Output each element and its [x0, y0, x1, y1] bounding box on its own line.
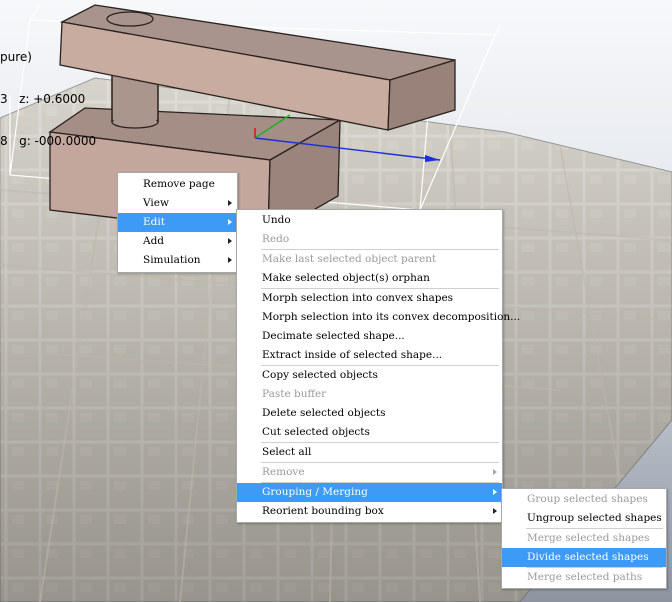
menu-item-label: Simulation — [143, 254, 201, 266]
readout-line-1: pure) — [0, 50, 32, 64]
menu-item-edit[interactable]: Edit — [118, 213, 237, 232]
menu-item-label: Cut selected objects — [262, 426, 370, 438]
menu-item-label: Merge selected paths — [527, 571, 643, 583]
menu-item-divide-shapes[interactable]: Divide selected shapes — [502, 548, 666, 567]
menu-item-label: Add — [143, 235, 165, 247]
readout-line-2: 3 z: +0.6000 — [0, 92, 86, 106]
menu-item-label: Morph selection into convex shapes — [262, 292, 454, 304]
menu-item-merge-shapes[interactable]: Merge selected shapes — [502, 529, 666, 548]
menu-item-make-parent[interactable]: Make last selected object parent — [237, 250, 502, 269]
menu-item-label: Remove page — [143, 178, 215, 190]
menu-item-label: Grouping / Merging — [262, 486, 368, 498]
menu-item-label: Divide selected shapes — [527, 551, 649, 563]
menu-item-label: Merge selected shapes — [527, 532, 650, 544]
submenu-arrow-icon — [493, 508, 497, 514]
menu-item-merge-paths[interactable]: Merge selected paths — [502, 568, 666, 587]
submenu-arrow-icon — [228, 219, 232, 225]
menu-item-view[interactable]: View — [118, 194, 237, 213]
submenu-arrow-icon — [228, 238, 232, 244]
menu-item-remove-page[interactable]: Remove page — [118, 175, 237, 194]
submenu-arrow-icon — [228, 200, 232, 206]
menu-item-label: Paste buffer — [262, 388, 327, 400]
menu-item-morph-convex[interactable]: Morph selection into convex shapes — [237, 289, 502, 308]
menu-item-copy[interactable]: Copy selected objects — [237, 366, 502, 385]
menu-item-decimate[interactable]: Decimate selected shape... — [237, 327, 502, 346]
context-menu: Remove page View Edit Add Simulation — [117, 172, 238, 273]
menu-item-label: View — [143, 197, 169, 209]
menu-item-label: Redo — [262, 233, 290, 245]
grouping-submenu: Group selected shapes Ungroup selected s… — [501, 488, 667, 589]
menu-item-label: Decimate selected shape... — [262, 330, 405, 342]
menu-item-undo[interactable]: Undo — [237, 211, 502, 230]
menu-item-paste[interactable]: Paste buffer — [237, 385, 502, 404]
menu-item-add[interactable]: Add — [118, 232, 237, 251]
readout-line-3: 8 g: -000.0000 — [0, 134, 97, 148]
menu-item-label: Ungroup selected shapes — [527, 512, 662, 524]
menu-item-select-all[interactable]: Select all — [237, 443, 502, 462]
menu-item-label: Copy selected objects — [262, 369, 378, 381]
menu-item-group-shapes[interactable]: Group selected shapes — [502, 490, 666, 509]
menu-item-remove[interactable]: Remove — [237, 463, 502, 482]
menu-item-grouping-merging[interactable]: Grouping / Merging — [237, 483, 502, 502]
menu-item-label: Delete selected objects — [262, 407, 386, 419]
menu-item-label: Extract inside of selected shape... — [262, 349, 443, 361]
menu-item-label: Select all — [262, 446, 312, 458]
menu-item-label: Edit — [143, 216, 165, 228]
menu-item-label: Group selected shapes — [527, 493, 648, 505]
menu-item-simulation[interactable]: Simulation — [118, 251, 237, 270]
menu-item-label: Morph selection into its convex decompos… — [262, 311, 521, 323]
coordinate-readout: pure) 3 z: +0.6000 8 g: -000.0000 — [0, 22, 96, 176]
menu-item-make-orphan[interactable]: Make selected object(s) orphan — [237, 269, 502, 288]
submenu-arrow-icon — [493, 469, 497, 475]
menu-item-label: Make last selected object parent — [262, 253, 437, 265]
submenu-arrow-icon — [493, 489, 497, 495]
menu-item-label: Reorient bounding box — [262, 505, 384, 517]
menu-item-morph-decomposition[interactable]: Morph selection into its convex decompos… — [237, 308, 520, 327]
menu-item-label: Remove — [262, 466, 305, 478]
menu-item-delete[interactable]: Delete selected objects — [237, 404, 502, 423]
menu-item-cut[interactable]: Cut selected objects — [237, 423, 502, 442]
submenu-arrow-icon — [228, 257, 232, 263]
menu-item-reorient-bbox[interactable]: Reorient bounding box — [237, 502, 502, 521]
menu-item-extract-inside[interactable]: Extract inside of selected shape... — [237, 346, 502, 365]
menu-item-label: Undo — [262, 214, 291, 226]
edit-submenu: Undo Redo Make last selected object pare… — [236, 209, 520, 523]
menu-item-ungroup-shapes[interactable]: Ungroup selected shapes — [502, 509, 666, 528]
menu-item-redo[interactable]: Redo — [237, 230, 502, 249]
menu-item-label: Make selected object(s) orphan — [262, 272, 430, 284]
